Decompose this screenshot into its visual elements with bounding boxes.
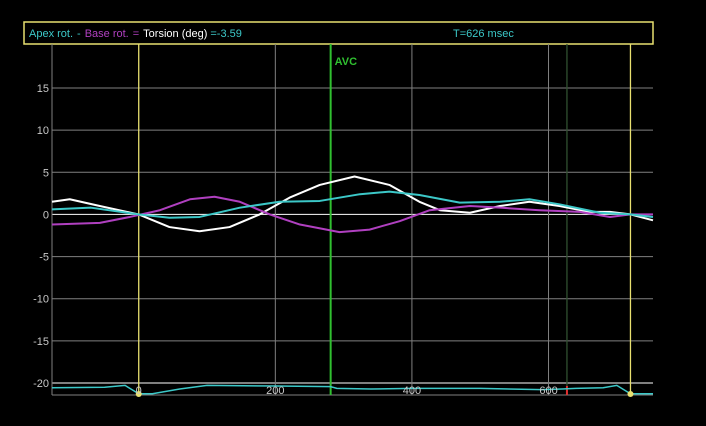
time-readout: T=626 msec <box>453 28 514 40</box>
x-tick-label: 200 <box>266 385 284 397</box>
header-title: Apex rot. - Base rot. = Torsion (deg) =-3.59 <box>29 28 242 40</box>
marker-label: AVC <box>335 56 357 68</box>
x-tick-label: 600 <box>539 385 557 397</box>
x-tick-label: 400 <box>403 385 421 397</box>
x-tick-label: 0 <box>136 385 142 397</box>
ecg-marker-dot <box>627 391 634 397</box>
y-tick-label: 5 <box>43 167 49 179</box>
y-tick-label: -5 <box>39 252 49 264</box>
y-tick-label: 0 <box>43 209 49 221</box>
series-torsion <box>51 175 654 233</box>
series-apex-rot- <box>51 190 654 219</box>
torsion-chart: Apex rot. - Base rot. = Torsion (deg) =-3.59 … <box>23 21 654 397</box>
y-tick-label: -15 <box>33 336 49 348</box>
y-tick-label: -20 <box>33 378 49 390</box>
ecg-trace <box>51 384 653 395</box>
y-tick-label: 10 <box>37 125 49 137</box>
y-tick-label: 15 <box>37 83 49 95</box>
y-tick-label: -10 <box>33 294 49 306</box>
